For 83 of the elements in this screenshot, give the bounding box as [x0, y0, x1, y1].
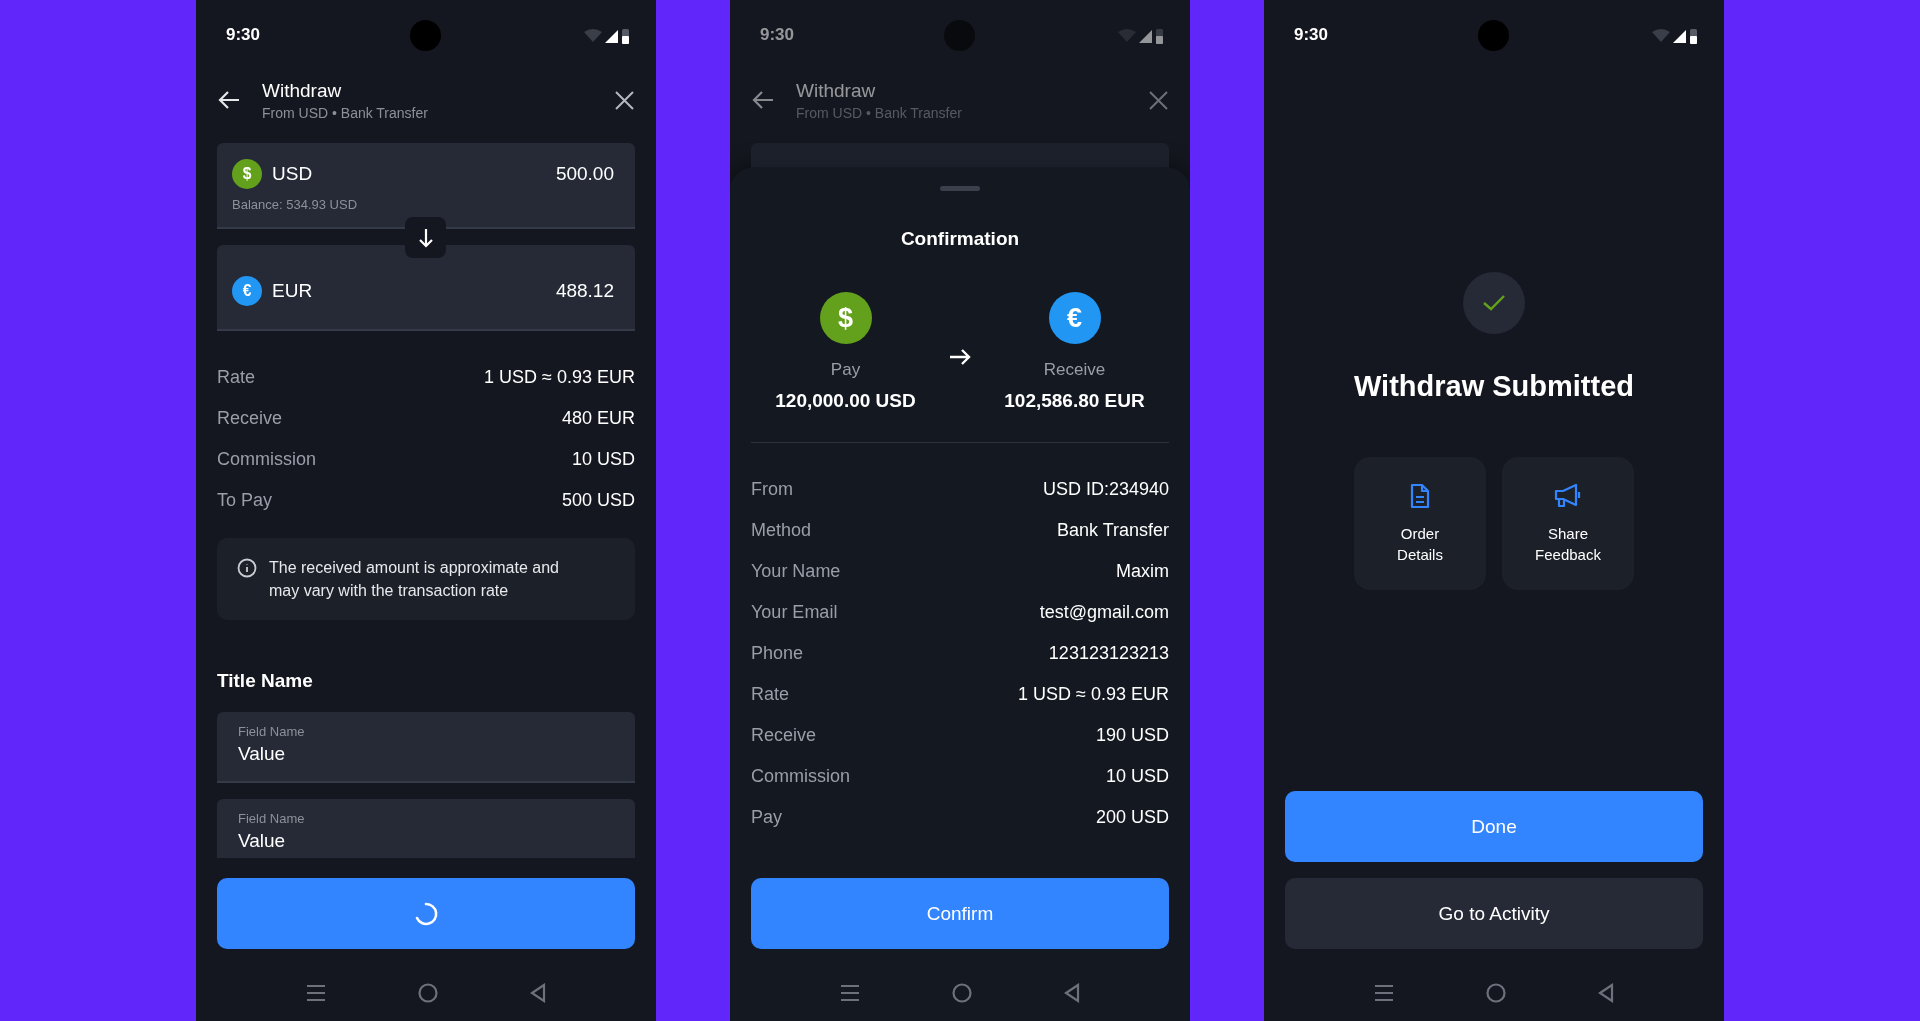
summary-value: 10 USD [571, 449, 635, 470]
amount-value: 488.12 [555, 280, 614, 302]
loading-spinner [413, 900, 439, 927]
detail-label: Method [751, 520, 812, 541]
currency-icon: $ [232, 159, 262, 189]
status-icons [1652, 26, 1698, 44]
detail-label: Phone [751, 643, 804, 664]
home-icon[interactable] [952, 983, 972, 1003]
status-time: 9:30 [760, 25, 795, 45]
detail-value: Maxim [1116, 561, 1169, 582]
info-icon [237, 558, 257, 578]
summary-label: Commission [217, 449, 317, 470]
screen-subtitle: From USD • Bank Transfer [262, 104, 429, 121]
action-card[interactable]: Order Details [1354, 457, 1486, 590]
camera-cutout [1478, 20, 1509, 51]
detail-label: Receive [751, 725, 817, 746]
currency-card[interactable]: $ USD 500.00 Balance: 534.93 USD [217, 143, 635, 229]
detail-label: Pay [751, 807, 783, 828]
summary-value: 480 EUR [561, 408, 635, 429]
detail-label: From [751, 479, 793, 500]
currency-name: EUR [272, 280, 314, 302]
detail-value: Bank Transfer [1056, 520, 1169, 541]
section-title: Title Name [217, 670, 314, 692]
status-icons [1118, 26, 1164, 44]
megaphone-icon [1554, 482, 1582, 509]
currency-icon: $ [819, 292, 872, 344]
sheet-title: Confirmation [899, 228, 1021, 250]
status-time: 9:30 [1294, 25, 1329, 45]
summary-label: To Pay [217, 490, 273, 511]
detail-value: 190 USD [1095, 725, 1169, 746]
detail-value: 123123123213 [1048, 643, 1169, 664]
screen-title: Withdraw [262, 79, 343, 102]
document-icon [1410, 482, 1430, 509]
detail-label: Your Name [751, 561, 841, 582]
currency-name: USD [272, 163, 314, 185]
home-icon[interactable] [418, 983, 438, 1003]
detail-value: test@gmail.com [1039, 602, 1169, 623]
back-icon[interactable] [1064, 983, 1080, 1003]
text-field[interactable]: Field Name Value [217, 799, 635, 858]
currency-icon: € [1048, 292, 1101, 344]
balance-text: Balance: 534.93 USD [232, 197, 359, 212]
back-icon[interactable] [1598, 983, 1614, 1003]
detail-value: USD ID:234940 [1042, 479, 1169, 500]
menu-icon[interactable] [306, 984, 326, 1002]
detail-value: 1 USD ≈ 0.93 EUR [1018, 684, 1169, 705]
screen-subtitle: From USD • Bank Transfer [796, 104, 963, 121]
screen-title: Withdraw [796, 79, 877, 102]
menu-icon[interactable] [1374, 984, 1394, 1002]
back-arrow-icon[interactable] [218, 90, 240, 110]
status-time: 9:30 [226, 25, 261, 45]
detail-value: 10 USD [1105, 766, 1169, 787]
summary-value: 1 USD ≈ 0.93 EUR [484, 367, 635, 388]
confirm-button[interactable]: Confirm [751, 878, 1169, 949]
back-icon[interactable] [530, 983, 546, 1003]
close-icon[interactable] [615, 90, 634, 110]
notice-text: The received amount is approximate and may vary with the transaction rate [269, 558, 560, 601]
amount-value: 500.00 [555, 163, 614, 185]
detail-value: 200 USD [1095, 807, 1169, 828]
sheet-handle[interactable] [940, 186, 980, 191]
activity-button[interactable]: Go to Activity [1285, 878, 1703, 949]
action-card[interactable]: Share Feedback [1502, 457, 1634, 590]
receive-label: Receive [1043, 360, 1106, 380]
summary-value: 500 USD [561, 490, 635, 511]
camera-cutout [410, 20, 441, 51]
done-button[interactable]: Done [1285, 791, 1703, 862]
success-title: Withdraw Submitted [1353, 370, 1635, 403]
detail-label: Rate [751, 684, 790, 705]
summary-label: Receive [217, 408, 283, 429]
currency-icon: € [232, 276, 262, 306]
menu-icon[interactable] [840, 984, 860, 1002]
status-icons [584, 26, 630, 44]
receive-amount: 102,586.80 EUR [1004, 390, 1145, 412]
swap-button[interactable] [405, 217, 446, 258]
down-arrow-icon [418, 227, 433, 248]
detail-label: Your Email [751, 602, 838, 623]
summary-label: Rate [217, 367, 256, 388]
right-arrow-icon [949, 348, 971, 366]
text-field[interactable]: Field Name Value [217, 712, 635, 783]
pay-label: Pay [830, 360, 861, 380]
pay-amount: 120,000.00 USD [775, 390, 916, 412]
home-icon[interactable] [1486, 983, 1506, 1003]
detail-label: Commission [751, 766, 851, 787]
currency-card[interactable]: € EUR 488.12 [217, 245, 635, 331]
